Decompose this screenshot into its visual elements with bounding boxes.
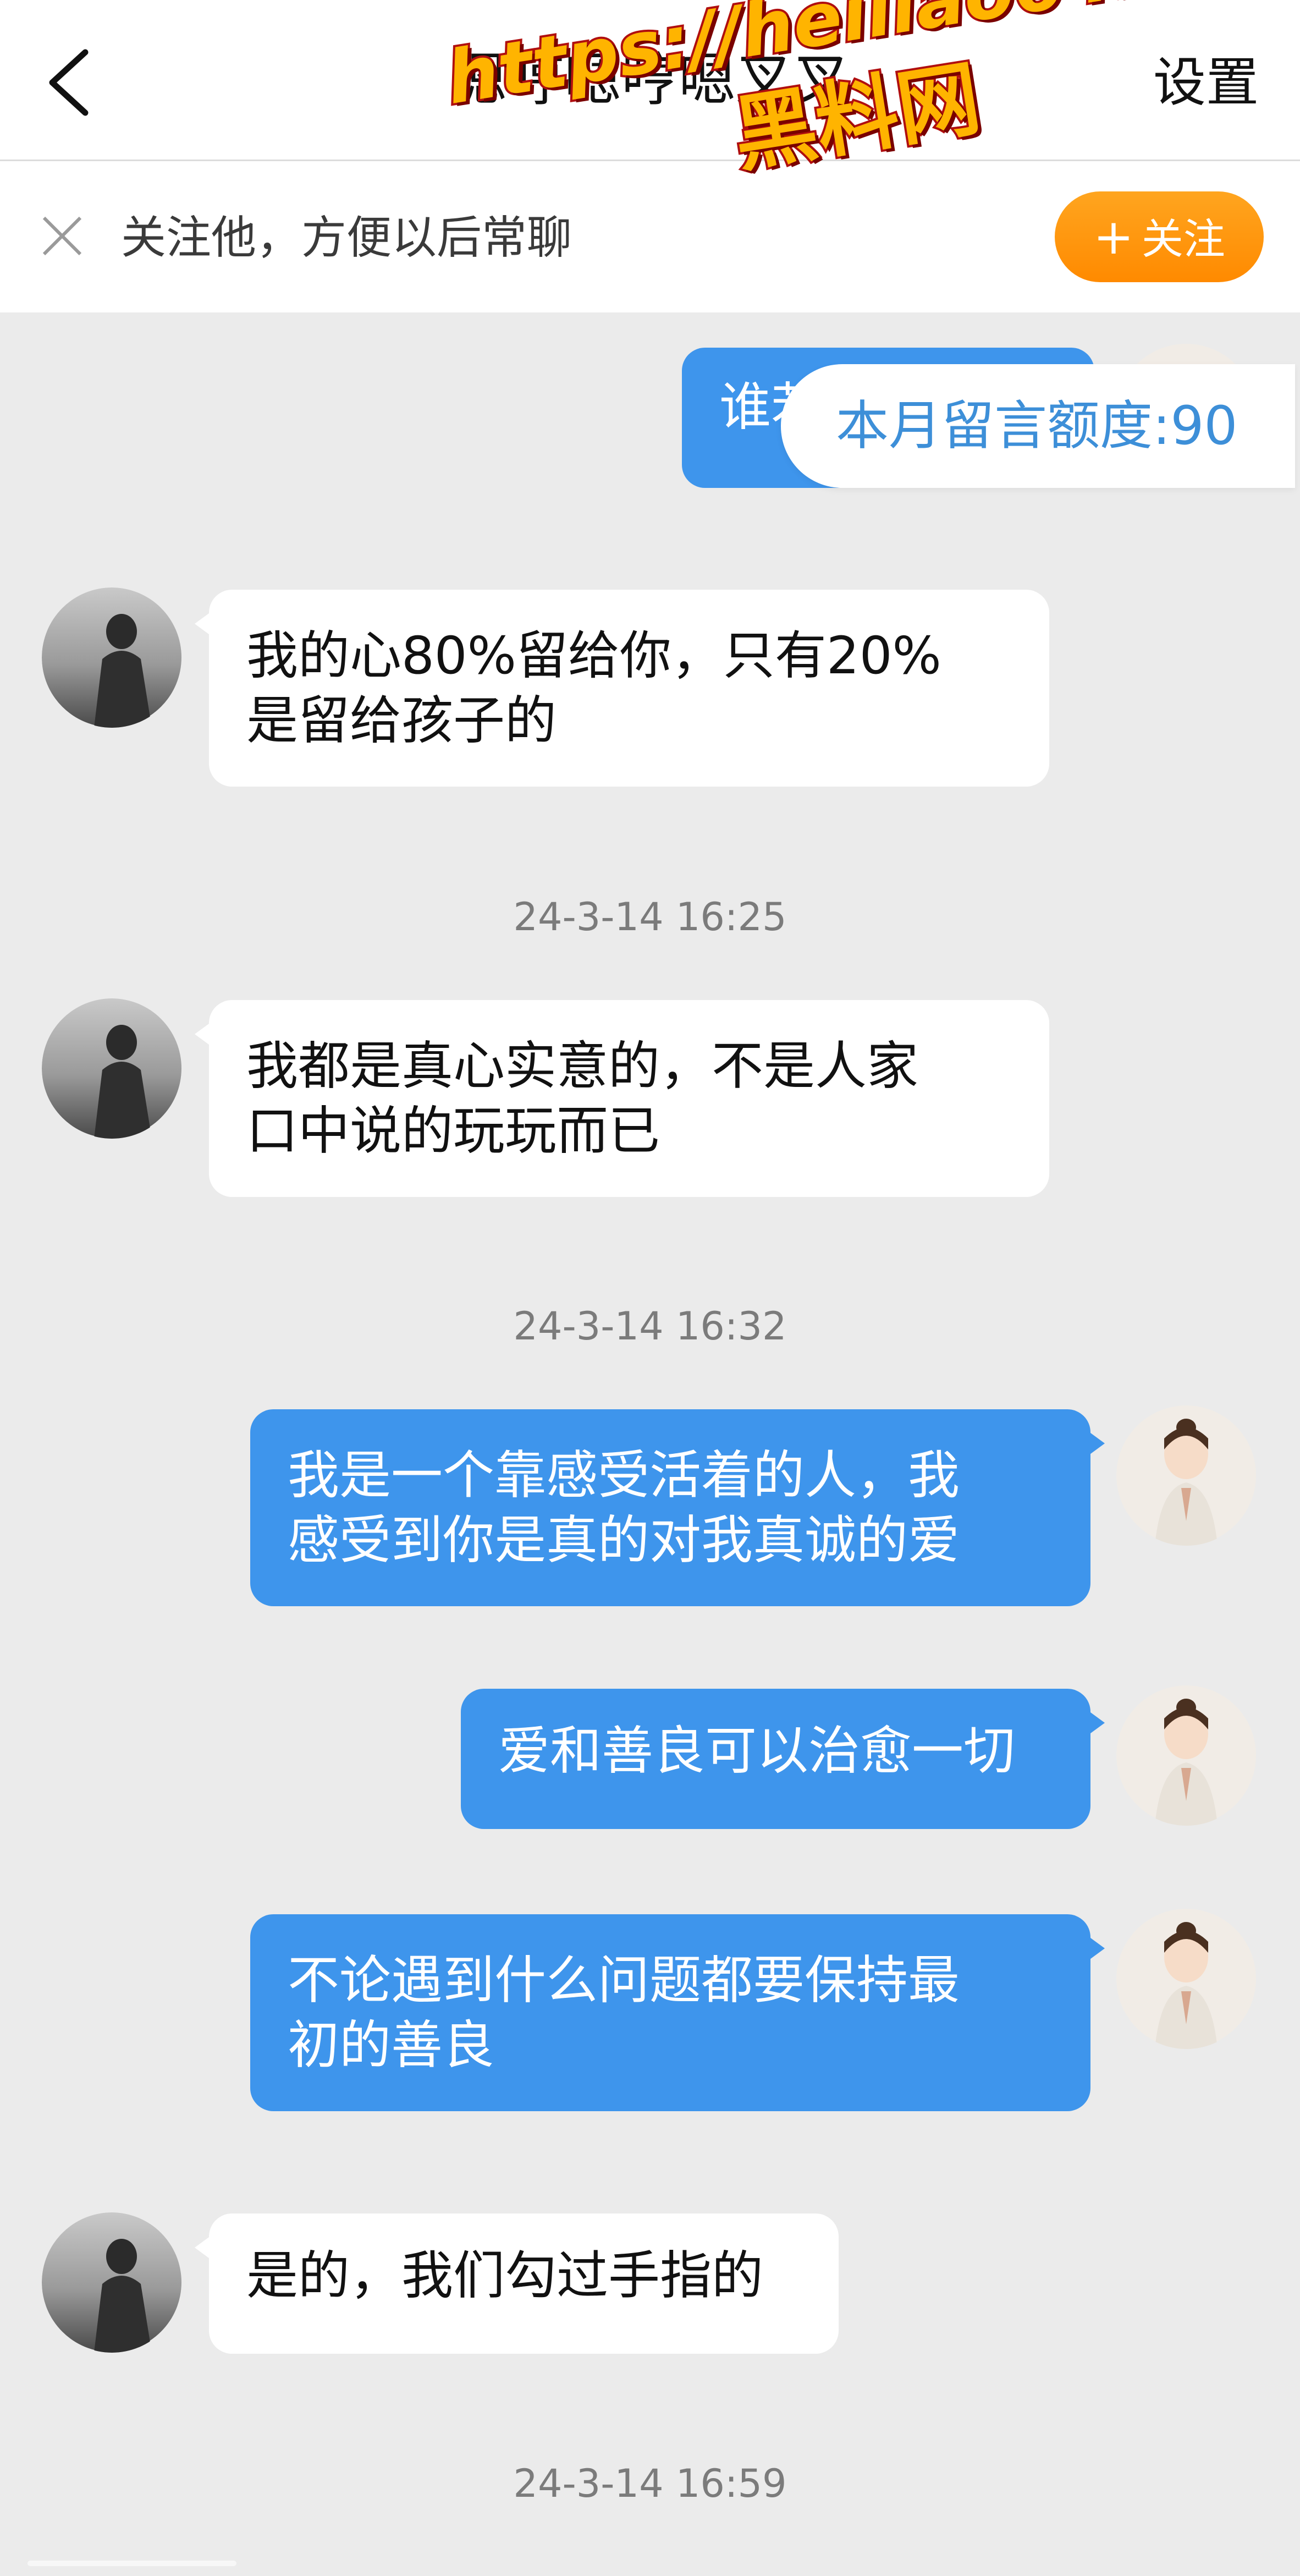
message-line: 我是一个靠感受活着的人，我	[288, 1446, 960, 1506]
message-line: 是的，我们勾过手指的	[246, 2246, 764, 2306]
message-bubble-outgoing: 爱和善良可以治愈一切	[461, 1689, 1105, 1829]
contact-avatar[interactable]	[42, 587, 182, 728]
message-line: 初的善良	[288, 2015, 495, 2075]
home-indicator	[27, 2561, 236, 2566]
follow-button-label: 关注	[1141, 215, 1225, 263]
follow-banner: 关注他，方便以后常聊 + 关注	[0, 161, 1300, 312]
chat-header: 嗯哼嗯哼嗯叉叉 设置	[0, 0, 1300, 161]
contact-avatar[interactable]	[42, 2212, 182, 2353]
message-bubble-incoming: 我都是真心实意的，不是人家 口中说的玩玩而已	[195, 1000, 1049, 1197]
plus-icon: +	[1093, 208, 1134, 265]
close-banner-button[interactable]	[40, 213, 85, 259]
message-line: 爱和善良可以治愈一切	[498, 1721, 1016, 1781]
follow-button[interactable]: + 关注	[1055, 191, 1264, 282]
message-bubble-incoming: 是的，我们勾过手指的	[195, 2214, 839, 2354]
message-line: 口中说的玩玩而已	[246, 1101, 660, 1161]
message-line: 感受到你是真的对我真诚的爱	[288, 1511, 960, 1570]
my-avatar[interactable]	[1116, 1405, 1257, 1546]
message-bubble-outgoing: 我是一个靠感受活着的人，我 感受到你是真的对我真诚的爱	[250, 1409, 1105, 1606]
message-line: 我的心80%留给你，只有20%	[246, 626, 941, 686]
my-avatar[interactable]	[1116, 1685, 1257, 1826]
message-line: 是留给孩子的	[246, 691, 557, 751]
timestamp: 24-3-14 16:59	[513, 2461, 787, 2506]
follow-prompt-text: 关注他，方便以后常聊	[121, 212, 572, 264]
timestamp: 24-3-14 16:25	[513, 894, 787, 940]
timestamp: 24-3-14 16:32	[513, 1304, 787, 1349]
message-line: 我都是真心实意的，不是人家	[246, 1036, 919, 1096]
close-icon	[42, 216, 82, 256]
chat-title: 嗯哼嗯哼嗯叉叉	[449, 46, 850, 113]
message-bubble-incoming: 我的心80%留给你，只有20% 是留给孩子的	[195, 590, 1049, 787]
message-line: 不论遇到什么问题都要保持最	[288, 1951, 960, 2011]
message-bubble-outgoing: 不论遇到什么问题都要保持最 初的善良	[250, 1914, 1105, 2111]
message-quota-badge: 本月留言额度:90	[781, 364, 1295, 488]
settings-button[interactable]: 设置	[1153, 47, 1259, 118]
my-avatar[interactable]	[1116, 1909, 1257, 2049]
contact-avatar[interactable]	[42, 998, 182, 1139]
